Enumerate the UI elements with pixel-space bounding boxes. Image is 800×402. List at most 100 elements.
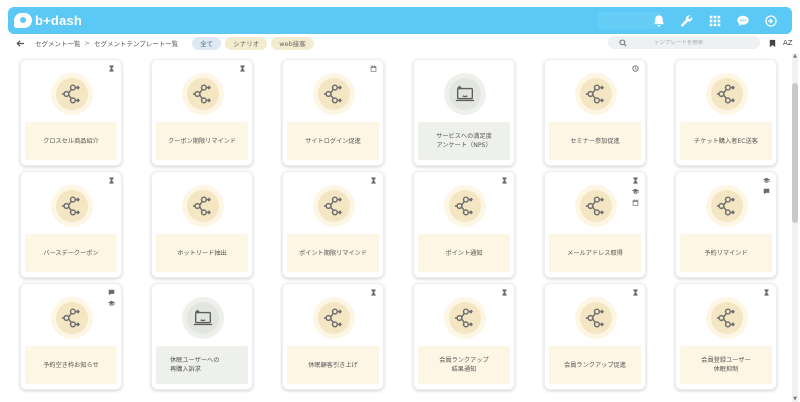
card-badges xyxy=(107,288,116,308)
scroll-up-arrow[interactable]: ▲ xyxy=(792,53,798,59)
template-card[interactable]: 休眠ユーザーへの 再購入訴求 xyxy=(151,283,253,390)
template-card-label: 予約空き枠お知らせ xyxy=(25,346,117,384)
logo-text: b+dash xyxy=(35,13,83,28)
back-arrow-icon[interactable] xyxy=(13,36,27,50)
graduation-icon xyxy=(631,187,640,196)
scrollbar[interactable]: ▲ ▼ xyxy=(792,53,798,402)
template-card[interactable]: セミナー参加促進 xyxy=(544,59,646,166)
calendar-icon xyxy=(631,198,640,207)
breadcrumb-segment-list[interactable]: セグメント一覧 xyxy=(35,38,81,48)
flow-icon xyxy=(51,185,93,227)
logout-icon[interactable] xyxy=(764,14,778,28)
apps-grid-icon[interactable] xyxy=(708,14,722,28)
flow-icon xyxy=(51,297,93,339)
template-card[interactable]: 予約空き枠お知らせ xyxy=(20,283,122,390)
template-card[interactable]: チケット購入者EC送客 xyxy=(675,59,777,166)
template-card[interactable]: クロスセル商品紹介 xyxy=(20,59,122,166)
flow-icon xyxy=(706,73,748,115)
flow-icon xyxy=(575,185,617,227)
flow-icon xyxy=(444,185,486,227)
hourglass-icon xyxy=(107,176,116,185)
card-badges xyxy=(369,64,378,73)
template-card[interactable]: ポイント期限リマインド xyxy=(282,171,384,278)
template-card-label: 休眠顧客引き上げ xyxy=(287,346,379,384)
card-badges xyxy=(631,176,640,207)
template-card[interactable]: ホットリード抽出 xyxy=(151,171,253,278)
header-icon-group xyxy=(652,7,778,34)
filter-all[interactable]: 全て xyxy=(192,36,222,50)
graduation-icon xyxy=(107,299,116,308)
scroll-down-arrow[interactable]: ▼ xyxy=(792,396,798,402)
card-badges xyxy=(762,176,771,196)
scroll-thumb[interactable] xyxy=(792,83,798,223)
flow-icon xyxy=(182,73,224,115)
card-badges xyxy=(369,176,378,185)
card-badges xyxy=(631,288,640,297)
filter-tabs: 全て シナリオ web接客 xyxy=(192,36,314,50)
template-card-label: チケット購入者EC送客 xyxy=(680,122,772,160)
card-badges xyxy=(500,288,509,297)
logo-mark-icon xyxy=(14,13,32,28)
flow-icon xyxy=(313,73,355,115)
template-card[interactable]: 会員ランクアップ 結果通知 xyxy=(413,283,515,390)
template-card[interactable]: ポイント通知 xyxy=(413,171,515,278)
template-card[interactable]: 会員ランクアップ促進 xyxy=(544,283,646,390)
template-card[interactable]: サイトログイン促進 xyxy=(282,59,384,166)
wrench-icon[interactable] xyxy=(680,14,694,28)
hourglass-icon xyxy=(762,288,771,297)
flow-icon xyxy=(706,185,748,227)
hourglass-icon xyxy=(500,288,509,297)
hourglass-icon xyxy=(369,288,378,297)
template-card-label: クロスセル商品紹介 xyxy=(25,122,117,160)
flow-icon xyxy=(313,297,355,339)
hourglass-icon xyxy=(107,64,116,73)
flow-icon xyxy=(51,73,93,115)
template-card-label: クーポン期限リマインド xyxy=(156,122,248,160)
bookmark-shield-icon[interactable] xyxy=(768,39,777,48)
template-card[interactable]: バースデークーポン xyxy=(20,171,122,278)
search-icon xyxy=(618,38,628,48)
survey-icon xyxy=(182,297,224,339)
breadcrumb: セグメント一覧 > セグメントテンプレート一覧 xyxy=(35,38,178,48)
template-grid-area: クロスセル商品紹介 クーポン期限リマインド サイトログイン促進 サービスへの満足度 ア… xyxy=(8,53,790,402)
bell-icon[interactable] xyxy=(652,14,666,28)
template-card-label: 会員登録ユーザー 休眠抑制 xyxy=(680,346,772,384)
chat-icon xyxy=(762,187,771,196)
template-card[interactable]: サービスへの満足度 アンケート（NPS） xyxy=(413,59,515,166)
template-card-label: 休眠ユーザーへの 再購入訴求 xyxy=(156,346,248,384)
flow-icon xyxy=(706,297,748,339)
template-card-label: メールアドレス取得 xyxy=(549,234,641,272)
hourglass-icon xyxy=(238,64,247,73)
filter-web-customer-service[interactable]: web接客 xyxy=(271,36,314,50)
breadcrumb-separator: > xyxy=(84,39,90,47)
flow-icon xyxy=(444,297,486,339)
template-card[interactable]: メールアドレス取得 xyxy=(544,171,646,278)
graduation-icon xyxy=(762,176,771,185)
logo[interactable]: b+dash xyxy=(14,7,82,34)
template-card-label: ポイント期限リマインド xyxy=(287,234,379,272)
filter-scenario[interactable]: シナリオ xyxy=(225,36,268,50)
template-card-label: ホットリード抽出 xyxy=(156,234,248,272)
template-card[interactable]: 会員登録ユーザー 休眠抑制 xyxy=(675,283,777,390)
calendar-icon xyxy=(369,64,378,73)
app-root: b+dash セグメント一覧 > セグメントテンプレート一覧 全て シナリオ w… xyxy=(0,0,800,402)
template-card[interactable]: クーポン期限リマインド xyxy=(151,59,253,166)
template-card[interactable]: 休眠顧客引き上げ xyxy=(282,283,384,390)
hourglass-icon xyxy=(631,176,640,185)
template-card-label: 予約リマインド xyxy=(680,234,772,272)
search-input[interactable] xyxy=(654,39,754,46)
flow-icon xyxy=(575,297,617,339)
template-card-label: 会員ランクアップ促進 xyxy=(549,346,641,384)
template-card-label: セミナー参加促進 xyxy=(549,122,641,160)
hourglass-icon xyxy=(631,288,640,297)
template-grid: クロスセル商品紹介 クーポン期限リマインド サイトログイン促進 サービスへの満足度 ア… xyxy=(8,53,790,402)
clock-icon xyxy=(631,64,640,73)
sort-az-button[interactable]: AZ xyxy=(783,39,793,47)
template-card-label: 会員ランクアップ 結果通知 xyxy=(418,346,510,384)
template-card[interactable]: 予約リマインド xyxy=(675,171,777,278)
card-badges xyxy=(107,176,116,185)
card-badges xyxy=(500,176,509,185)
breadcrumb-template-list: セグメントテンプレート一覧 xyxy=(93,40,179,48)
chat-icon[interactable] xyxy=(736,14,750,28)
template-search xyxy=(608,36,760,49)
